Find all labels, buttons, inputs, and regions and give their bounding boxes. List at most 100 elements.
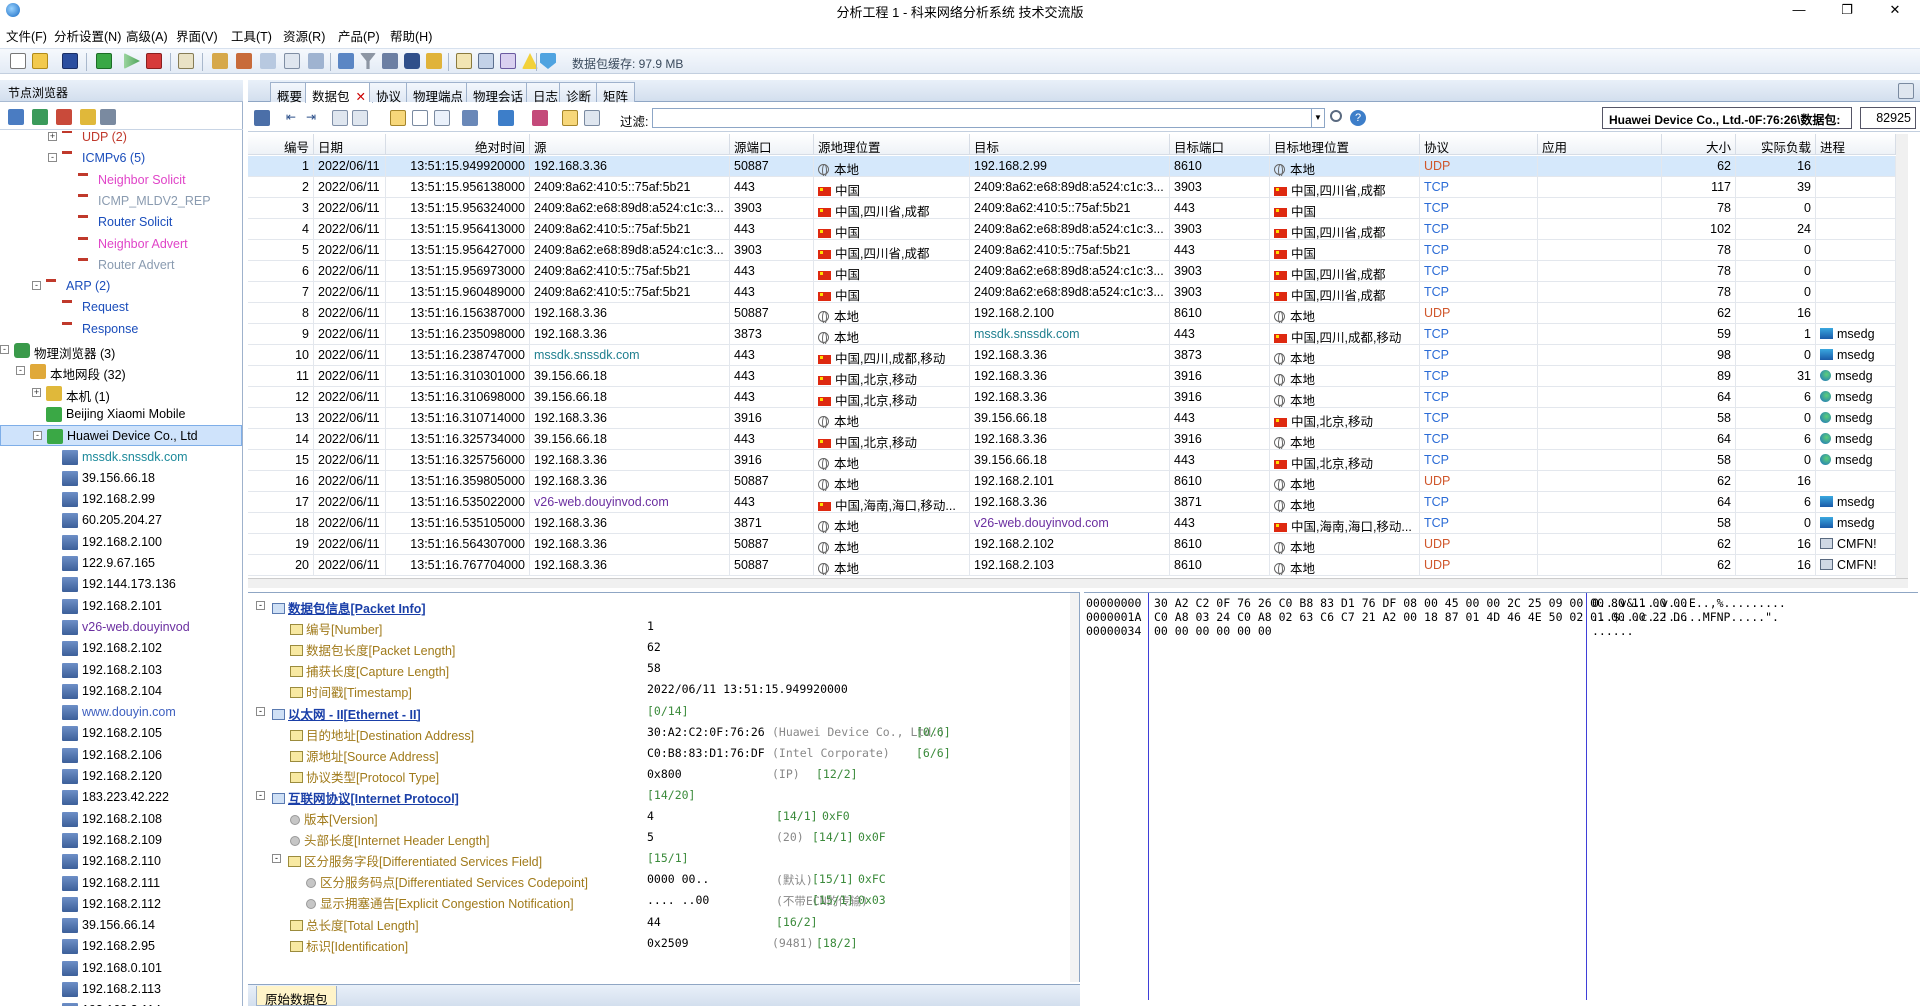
tree-node[interactable]: 192.168.2.109: [0, 830, 242, 851]
packet-row[interactable]: 2 2022/06/11 13:51:15.956138000 2409:8a62:4…: [248, 177, 1908, 198]
tree-node[interactable]: 192.168.2.112: [0, 894, 242, 915]
decode-field[interactable]: 源地址[Source Address] C0:B8:83:D1:76:DF (Int…: [248, 743, 1068, 764]
node-view-icon[interactable]: [8, 109, 24, 125]
tool3-icon[interactable]: [260, 53, 276, 69]
tree-node[interactable]: 192.168.2.108: [0, 809, 242, 830]
menu-file[interactable]: 文件(F): [6, 26, 47, 45]
decode-field[interactable]: 协议类型[Protocol Type] 0x800 (IP) [12/2]: [248, 764, 1068, 785]
decode-expander-icon[interactable]: -: [256, 706, 265, 716]
packet-save-icon[interactable]: [254, 110, 270, 126]
decode-vscroll[interactable]: [1070, 593, 1079, 982]
menu-view[interactable]: 界面(V): [176, 26, 218, 45]
tab-7[interactable]: 矩阵: [596, 82, 636, 104]
filter-input[interactable]: [652, 108, 1312, 128]
search-icon[interactable]: [1330, 110, 1342, 122]
capture-adapter-icon[interactable]: [96, 53, 112, 69]
filter-dropdown-icon[interactable]: ▼: [1312, 108, 1325, 128]
tree-node[interactable]: - ICMPv6 (5): [0, 148, 242, 169]
tree-node[interactable]: - Huawei Device Co., Ltd: [0, 425, 242, 447]
decode-expander-icon[interactable]: -: [256, 601, 265, 610]
menu-help[interactable]: 帮助(H): [390, 26, 432, 45]
report-icon[interactable]: [456, 53, 472, 69]
tree-node[interactable]: Response: [0, 319, 242, 340]
decode-field[interactable]: 数据包长度[Packet Length] 62: [248, 637, 1068, 658]
tree-node[interactable]: Neighbor Advert: [0, 234, 242, 255]
page-last-icon[interactable]: [352, 110, 368, 126]
packet-row[interactable]: 14 2022/06/11 13:51:16.325734000 39.156.66.…: [248, 429, 1908, 450]
packet-row[interactable]: 13 2022/06/11 13:51:16.310714000 192.168.3.…: [248, 408, 1908, 429]
hex-view-icon[interactable]: [412, 110, 428, 126]
column-header[interactable]: 应用: [1538, 134, 1662, 155]
decode-section[interactable]: - 互联网协议[Internet Protocol] [14/20]: [248, 785, 1068, 806]
tree-node[interactable]: ICMP_MLDV2_REP: [0, 191, 242, 212]
stop-icon[interactable]: [146, 53, 162, 69]
tree-node[interactable]: Neighbor Solicit: [0, 170, 242, 191]
tab-3[interactable]: 物理端点: [406, 82, 471, 104]
tab-close-icon[interactable]: ✕: [356, 90, 366, 104]
log-icon[interactable]: [500, 53, 516, 69]
tree-node[interactable]: 192.168.2.100: [0, 532, 242, 553]
text-view-icon[interactable]: [434, 110, 450, 126]
decode-field[interactable]: 版本[Version] 4 [14/1] 0xF0: [248, 806, 1068, 827]
tree-node[interactable]: - ARP (2): [0, 276, 242, 297]
column-header[interactable]: 实际负载: [1736, 134, 1816, 155]
tree-node[interactable]: Beijing Xiaomi Mobile: [0, 404, 242, 425]
tree-node[interactable]: 183.223.42.222: [0, 787, 242, 808]
tool6-icon[interactable]: [338, 53, 354, 69]
tool8-icon[interactable]: [404, 53, 420, 69]
tool1-icon[interactable]: [212, 53, 228, 69]
tree-node[interactable]: 192.168.2.102: [0, 638, 242, 659]
column-header[interactable]: 源: [530, 134, 730, 155]
tree-node[interactable]: 192.168.2.95: [0, 936, 242, 957]
minimize-button[interactable]: —: [1776, 0, 1822, 20]
column-header[interactable]: 绝对时间: [386, 134, 530, 155]
hex-ascii[interactable]: ...$...c..!.....MFNP.....".: [1592, 610, 1779, 624]
packet-row[interactable]: 1 2022/06/11 13:51:15.949920000 192.168.3.3…: [248, 156, 1908, 177]
hex-bytes[interactable]: 00 00 00 00 00 00: [1154, 624, 1272, 638]
decode-expander-icon[interactable]: -: [272, 854, 281, 864]
decode-field[interactable]: 显示拥塞通告[Explicit Congestion Notification]…: [248, 890, 1068, 911]
packet-filter-icon[interactable]: [498, 110, 514, 126]
column-header[interactable]: 协议: [1420, 134, 1538, 155]
menu-advanced[interactable]: 高级(A): [126, 26, 168, 45]
hex-ascii[interactable]: ......: [1592, 624, 1634, 638]
tool4-icon[interactable]: [284, 53, 300, 69]
tree-node[interactable]: mssdk.snssdk.com: [0, 447, 242, 468]
node-filter-icon[interactable]: [32, 109, 48, 125]
decode-view-icon[interactable]: [390, 110, 406, 126]
tree-node[interactable]: 192.168.2.111: [0, 873, 242, 894]
column-header[interactable]: 目标端口: [1170, 134, 1270, 155]
decode-field[interactable]: 目的地址[Destination Address] 30:A2:C2:0F:76:…: [248, 722, 1068, 743]
tree-expander-icon[interactable]: -: [0, 345, 9, 354]
start-icon[interactable]: [124, 53, 140, 69]
column-header[interactable]: 进程: [1816, 134, 1896, 155]
tree-node[interactable]: 192.144.173.136: [0, 574, 242, 595]
decode-field[interactable]: 区分服务码点[Differentiated Services Codepoint…: [248, 869, 1068, 890]
packet-row[interactable]: 10 2022/06/11 13:51:16.238747000 mssdk.snss…: [248, 345, 1908, 366]
tab-raw-packet[interactable]: 原始数据包: [256, 986, 337, 1006]
hex-ascii[interactable]: 0...v&....v...E..,%.........: [1592, 596, 1786, 610]
tree-node[interactable]: 39.156.66.18: [0, 468, 242, 489]
tree-node[interactable]: 192.168.2.101: [0, 596, 242, 617]
tree-node[interactable]: 192.168.2.110: [0, 851, 242, 872]
packet-row[interactable]: 6 2022/06/11 13:51:15.956973000 2409:8a62:4…: [248, 261, 1908, 282]
tool5-icon[interactable]: [308, 53, 324, 69]
tree-node[interactable]: 192.168.2.105: [0, 723, 242, 744]
decode-field[interactable]: - 区分服务字段[Differentiated Services Field] [1…: [248, 848, 1068, 869]
node-settings-icon[interactable]: [100, 109, 116, 125]
tree-node[interactable]: 192.168.2.106: [0, 745, 242, 766]
tab-2[interactable]: 协议: [369, 82, 409, 104]
tree-expander-icon[interactable]: -: [32, 281, 41, 291]
save-icon[interactable]: [62, 53, 78, 69]
tree-expander-icon[interactable]: -: [48, 153, 57, 163]
tool2-icon[interactable]: [236, 53, 252, 69]
menu-analysis-settings[interactable]: 分析设置(N): [54, 26, 121, 45]
settings-icon[interactable]: [178, 53, 194, 69]
decode-field[interactable]: 总长度[Total Length] 44 [16/2]: [248, 912, 1068, 933]
tab-0[interactable]: 概要: [270, 82, 310, 104]
page-first-icon[interactable]: [332, 110, 348, 126]
column-header[interactable]: 源地理位置: [814, 134, 970, 155]
packet-table-vscroll[interactable]: [1896, 134, 1908, 578]
help-icon[interactable]: ?: [1350, 110, 1366, 126]
decode-expander-icon[interactable]: -: [256, 790, 265, 800]
